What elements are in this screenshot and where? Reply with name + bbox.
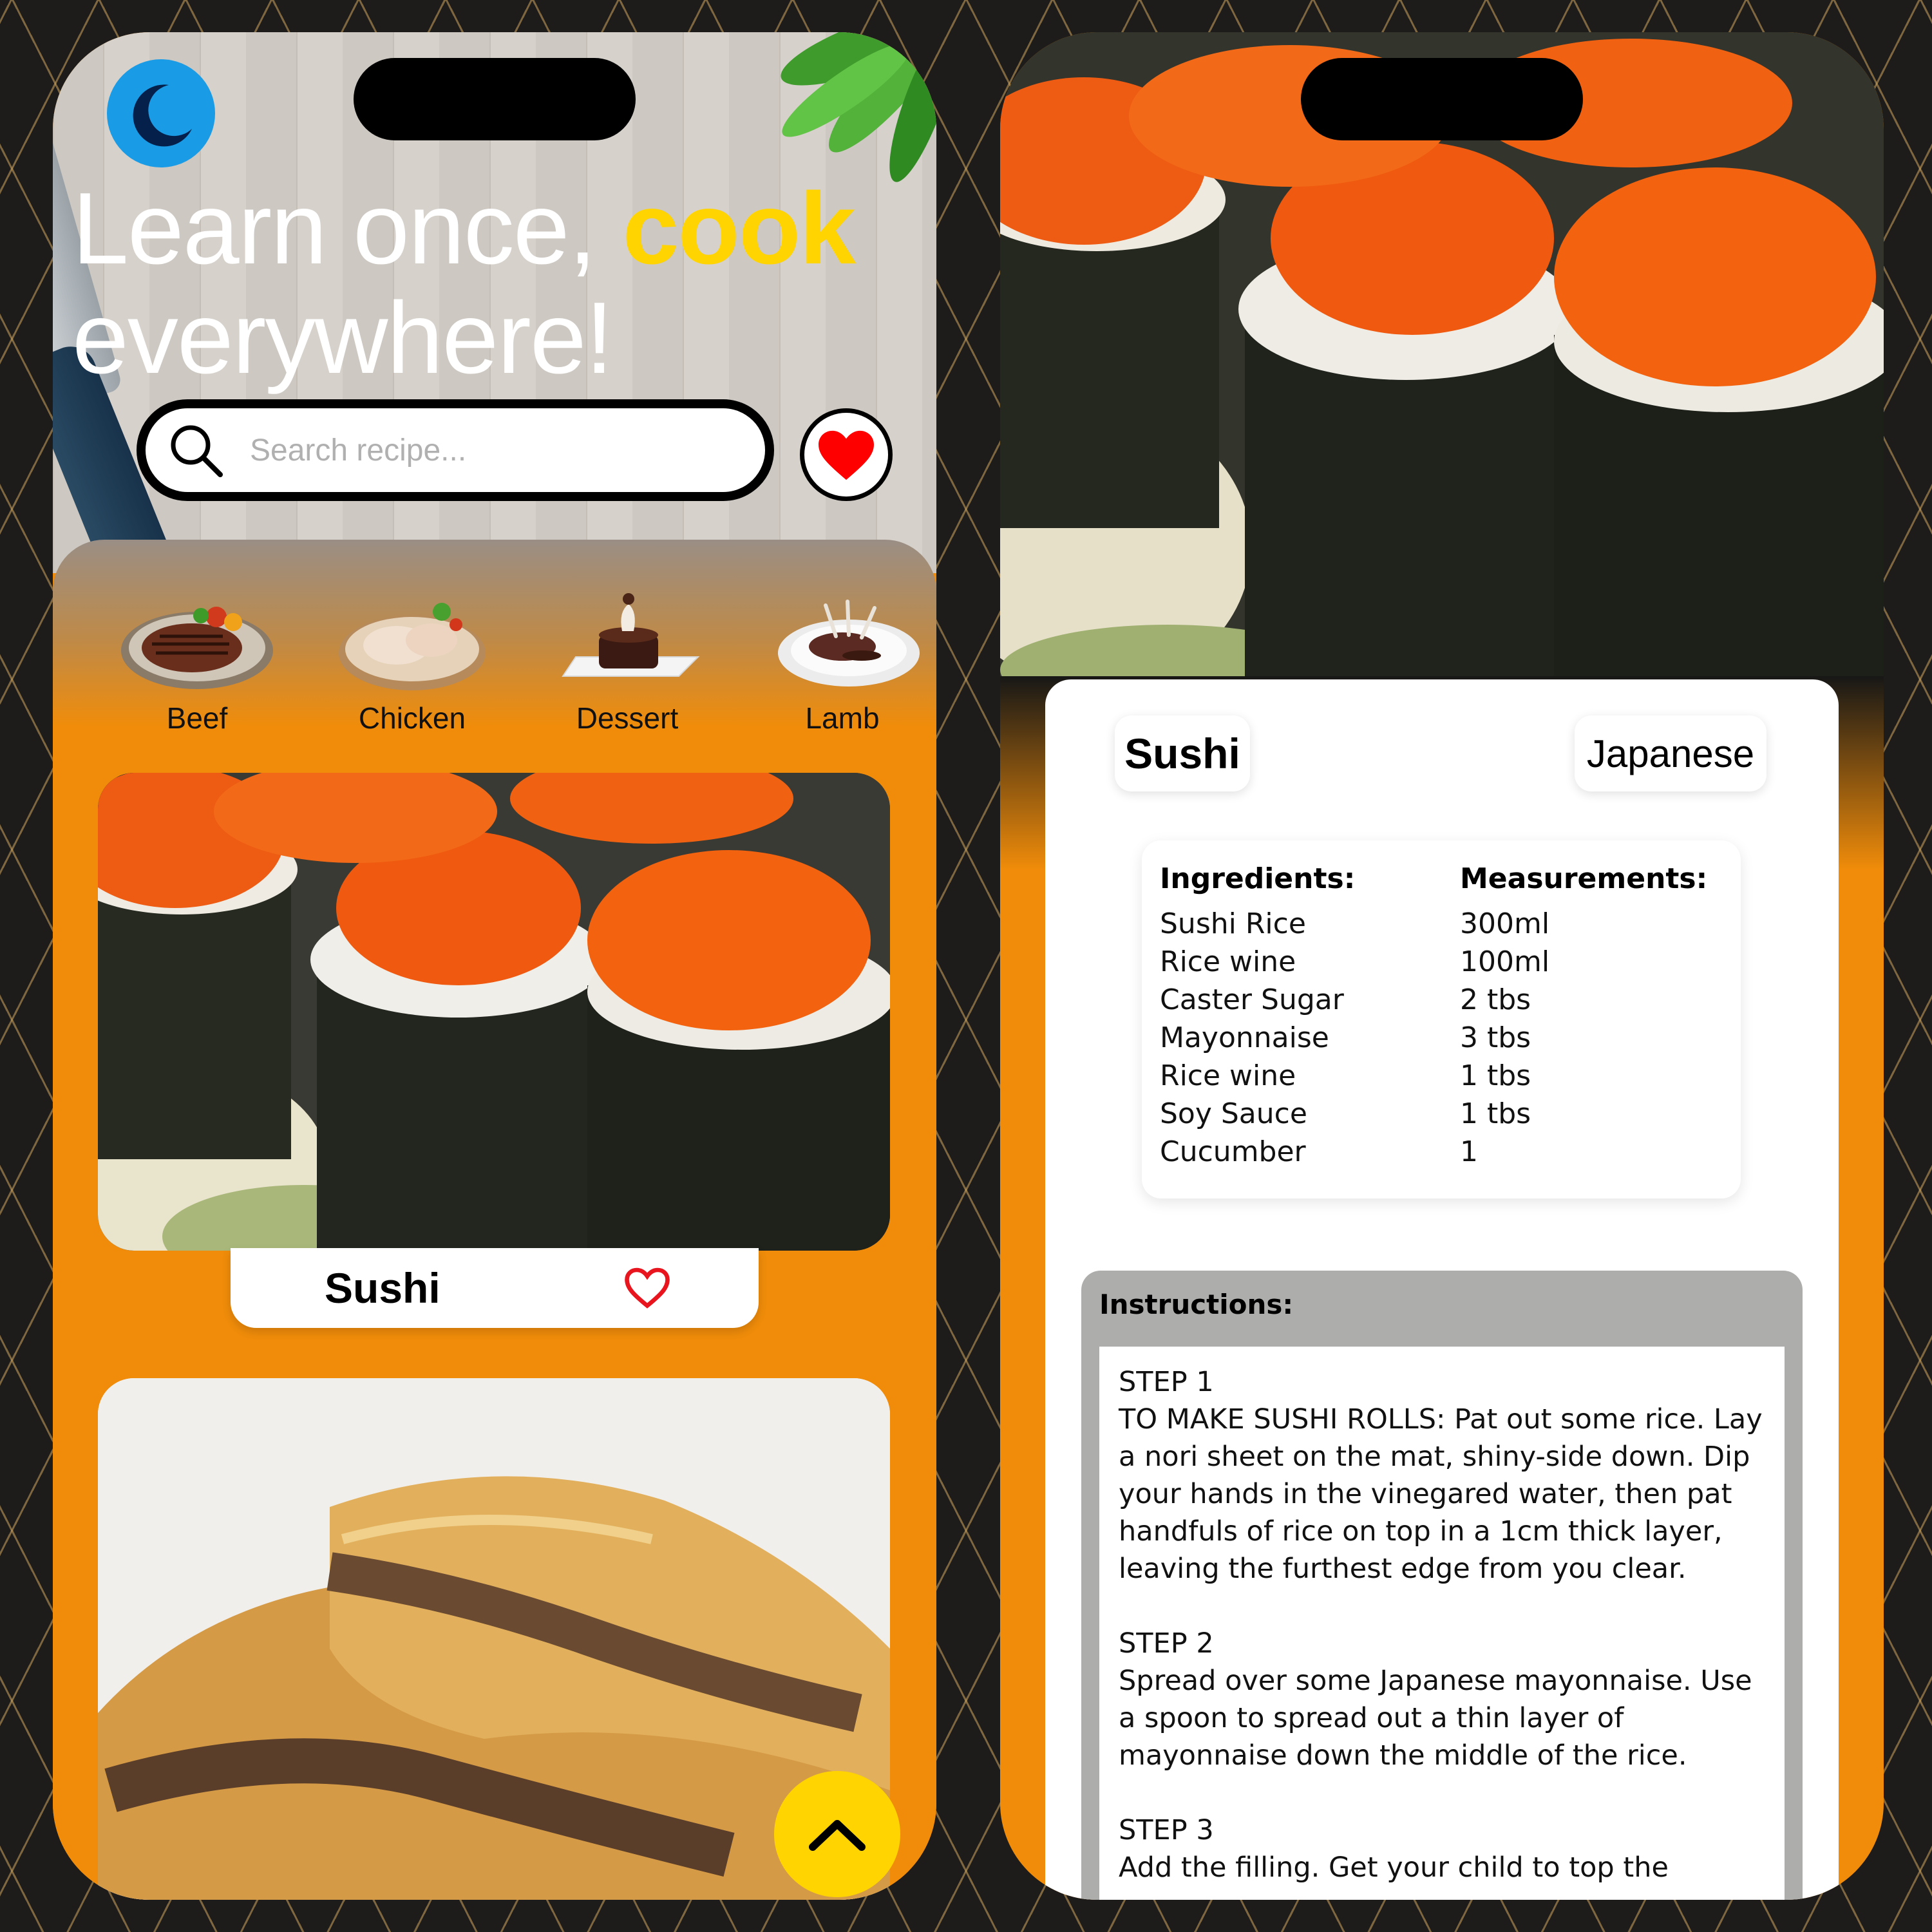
category-label: Chicken bbox=[358, 701, 466, 735]
instructions-body[interactable]: STEP 1 TO MAKE SUSHI ROLLS: Pat out some… bbox=[1099, 1347, 1785, 1900]
ingredient-name: Cucumber bbox=[1160, 1135, 1306, 1168]
recipe-title-pill: Sushi bbox=[1115, 715, 1250, 791]
beef-plate-image bbox=[121, 607, 273, 689]
chicken-plate-image bbox=[339, 603, 486, 690]
category-list: Beef Chicken Dessert Lamb bbox=[115, 586, 936, 760]
ingredient-name: Rice wine bbox=[1160, 945, 1296, 978]
scroll-to-top-button[interactable] bbox=[774, 1771, 900, 1897]
ingredients-column: Ingredients: Sushi Rice Rice wine Caster… bbox=[1160, 860, 1443, 1171]
dessert-plate-image bbox=[562, 593, 700, 677]
category-label: Beef bbox=[166, 701, 228, 735]
theme-toggle-button[interactable] bbox=[107, 59, 215, 167]
pie-photo bbox=[98, 1378, 890, 1900]
ingredient-measure: 3 tbs bbox=[1460, 1021, 1531, 1054]
ingredient-measure: 2 tbs bbox=[1460, 983, 1531, 1016]
step-label: STEP 2 bbox=[1119, 1627, 1214, 1660]
dynamic-island bbox=[1301, 58, 1583, 140]
recipe-title: Sushi bbox=[325, 1264, 440, 1312]
headline-accent: cook bbox=[622, 172, 856, 285]
ingredients-header: Ingredients: bbox=[1160, 862, 1356, 895]
search-input[interactable] bbox=[249, 431, 741, 469]
recipe-card-sushi[interactable]: Sushi bbox=[98, 773, 890, 1328]
ingredients-table: Ingredients: Sushi Rice Rice wine Caster… bbox=[1142, 840, 1741, 1198]
category-beef[interactable]: Beef bbox=[115, 586, 279, 760]
measurements-column: Measurements: 300ml 100ml 2 tbs 3 tbs 1 … bbox=[1460, 860, 1730, 1171]
step-text: TO MAKE SUSHI ROLLS: Pat out some rice. … bbox=[1119, 1403, 1763, 1585]
category-label: Lamb bbox=[805, 701, 880, 735]
moon-icon bbox=[133, 84, 192, 147]
recipe-detail-screen: Sushi Japanese Ingredients: Sushi Rice R… bbox=[1000, 32, 1884, 1900]
heart-outline-icon bbox=[625, 1267, 670, 1309]
instructions-header: Instructions: bbox=[1099, 1289, 1294, 1320]
cuisine-pill: Japanese bbox=[1575, 715, 1766, 791]
sushi-photo bbox=[98, 773, 890, 1251]
ingredient-measure: 100ml bbox=[1460, 945, 1550, 978]
headline-part2: everywhere! bbox=[72, 281, 614, 395]
sushi-image bbox=[98, 773, 890, 1251]
favorites-button[interactable] bbox=[800, 408, 893, 501]
recipe-card-pie[interactable] bbox=[98, 1378, 890, 1900]
category-chicken[interactable]: Chicken bbox=[330, 586, 495, 760]
ingredient-name: Soy Sauce bbox=[1160, 1097, 1307, 1130]
step-text: Spread over some Japanese mayonnaise. Us… bbox=[1119, 1665, 1752, 1772]
instructions-panel: Instructions: STEP 1 TO MAKE SUSHI ROLLS… bbox=[1081, 1271, 1803, 1900]
ingredient-name: Mayonnaise bbox=[1160, 1021, 1329, 1054]
step-label: STEP 1 bbox=[1119, 1366, 1214, 1398]
home-screen: Learn once, cookeverywhere! Beef bbox=[53, 32, 936, 1900]
headline: Learn once, cook everywhere! bbox=[72, 174, 922, 393]
category-dessert[interactable]: Dessert bbox=[545, 586, 710, 760]
add-favorite-button[interactable] bbox=[623, 1266, 671, 1309]
search-bar[interactable] bbox=[137, 399, 774, 501]
lamb-plate-image bbox=[778, 600, 920, 687]
herb-leaves-decoration bbox=[781, 32, 936, 182]
measurements-header: Measurements: bbox=[1460, 862, 1708, 895]
recipe-card-footer: Sushi bbox=[231, 1248, 759, 1328]
category-lamb[interactable]: Lamb bbox=[760, 586, 925, 760]
dynamic-island bbox=[354, 58, 636, 140]
step-label: STEP 3 bbox=[1119, 1814, 1214, 1846]
heart-filled-icon bbox=[819, 430, 874, 480]
ingredient-measure: 300ml bbox=[1460, 907, 1550, 940]
chevron-up-icon bbox=[809, 1820, 866, 1851]
headline-part1: Learn once, bbox=[72, 172, 623, 285]
instruction-step: STEP 2 Spread over some Japanese mayonna… bbox=[1119, 1625, 1765, 1774]
ingredient-measure: 1 tbs bbox=[1460, 1059, 1531, 1092]
ingredient-measure: 1 bbox=[1460, 1135, 1478, 1168]
recipe-detail-card: Sushi Japanese Ingredients: Sushi Rice R… bbox=[1045, 679, 1839, 1900]
ingredient-measure: 1 tbs bbox=[1460, 1097, 1531, 1130]
instruction-step: STEP 3 Add the filling. Get your child t… bbox=[1119, 1812, 1765, 1886]
ingredient-name: Caster Sugar bbox=[1160, 983, 1344, 1016]
ingredient-name: Rice wine bbox=[1160, 1059, 1296, 1092]
ingredient-name: Sushi Rice bbox=[1160, 907, 1306, 940]
category-label: Dessert bbox=[576, 701, 679, 735]
search-icon bbox=[171, 425, 223, 477]
step-text: Add the filling. Get your child to top t… bbox=[1119, 1852, 1669, 1884]
instruction-step: STEP 1 TO MAKE SUSHI ROLLS: Pat out some… bbox=[1119, 1363, 1765, 1587]
